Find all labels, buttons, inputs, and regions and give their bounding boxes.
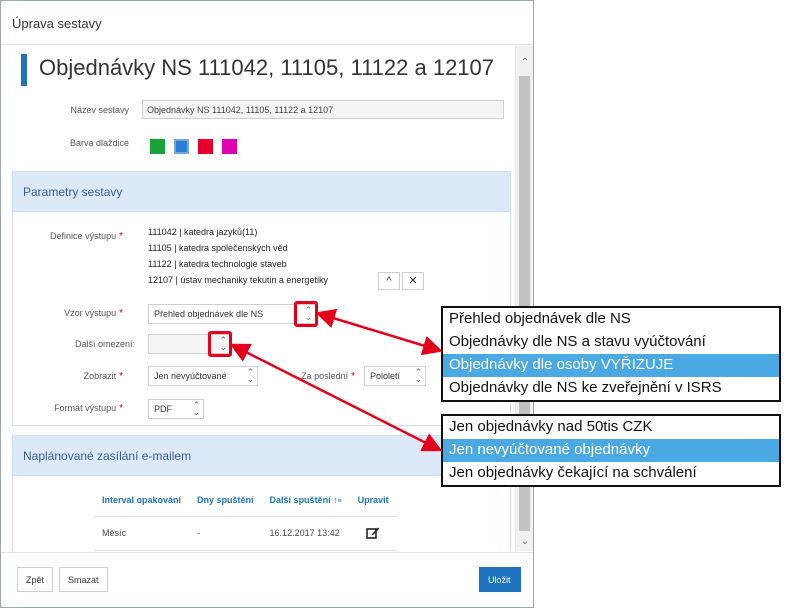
extra-limit-arrow: [229, 343, 443, 452]
template-arrow: [315, 308, 443, 356]
callout-arrows: [229, 308, 443, 452]
